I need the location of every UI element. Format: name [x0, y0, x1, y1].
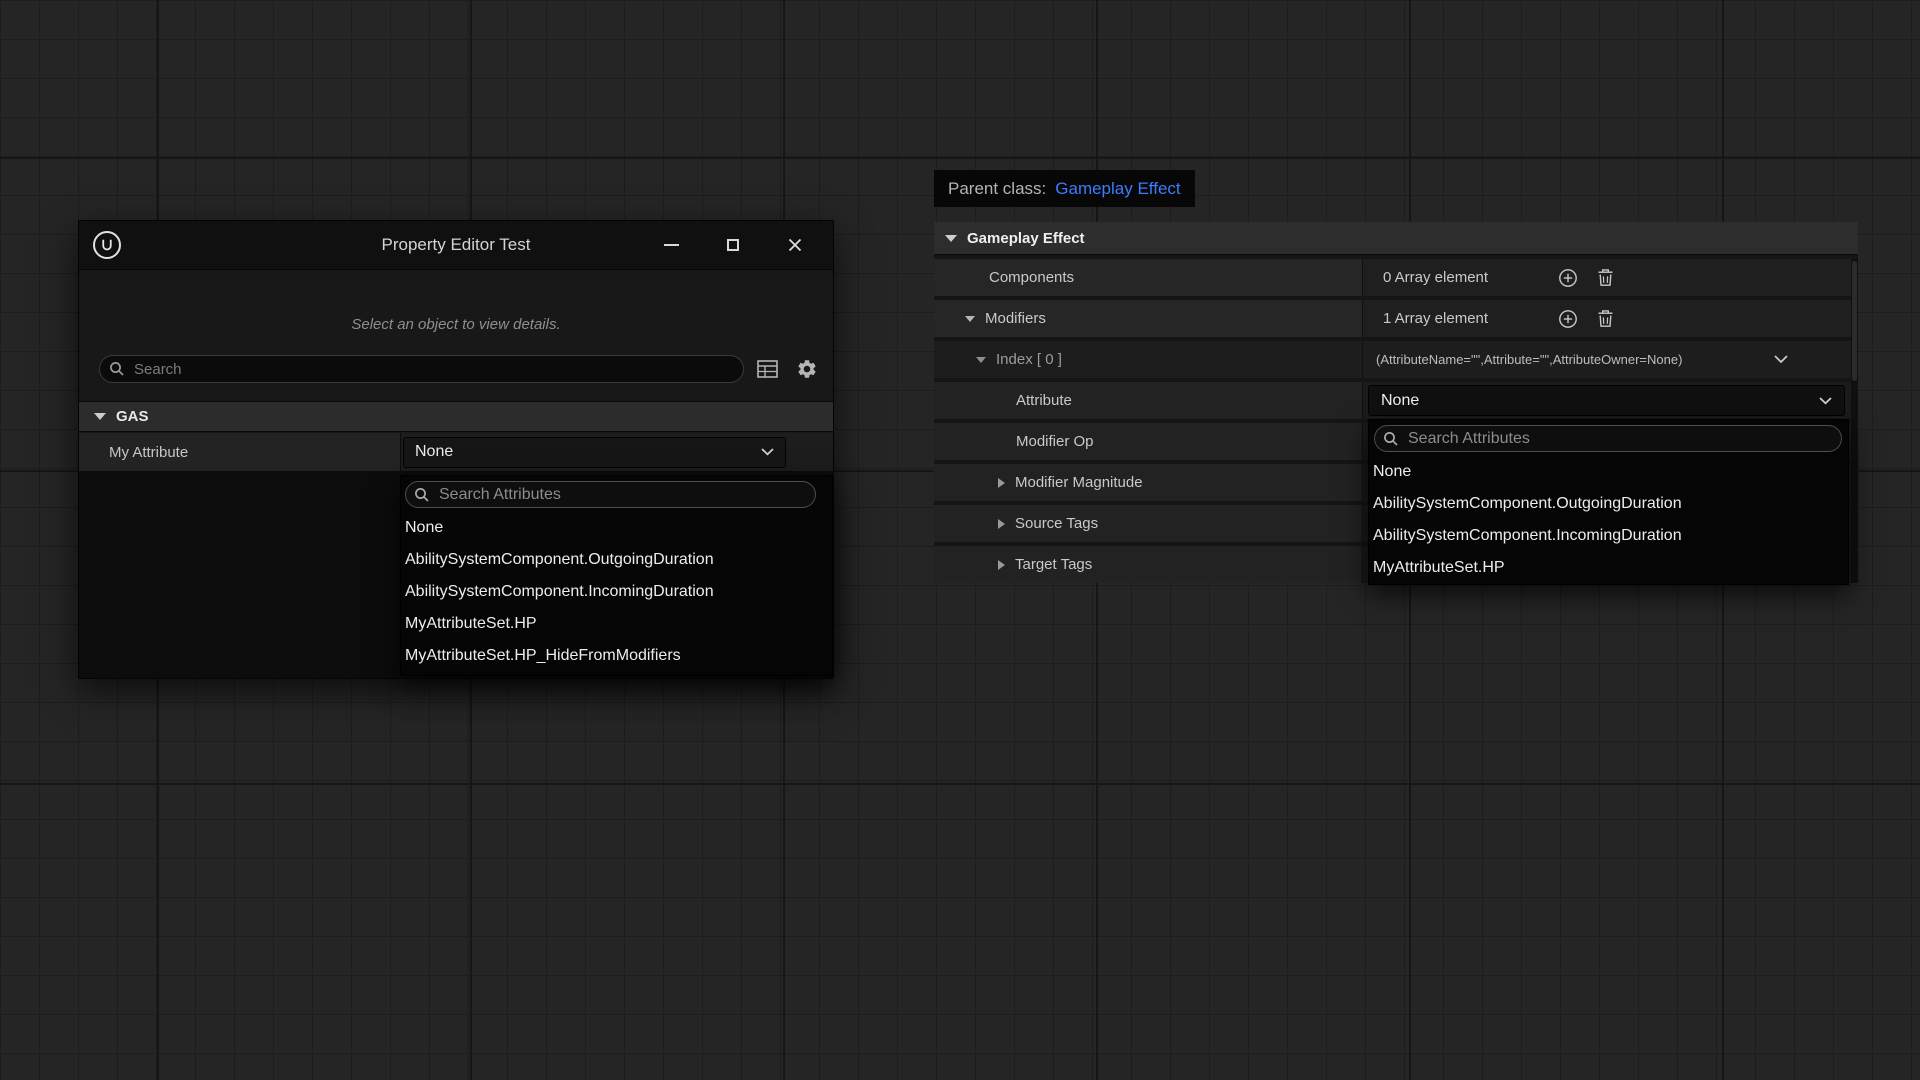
clear-array-trash-icon[interactable]	[1597, 268, 1614, 287]
maximize-button[interactable]	[717, 229, 749, 261]
search-icon	[1383, 431, 1399, 447]
collapse-arrow-icon	[94, 413, 106, 420]
close-button[interactable]	[779, 229, 811, 261]
category-header-gas[interactable]: GAS	[79, 401, 833, 432]
window-controls	[655, 229, 833, 261]
view-options-icon[interactable]	[757, 360, 778, 378]
expand-arrow-icon	[998, 560, 1005, 570]
dropdown-search-box[interactable]	[1374, 425, 1842, 452]
expand-arrow-icon	[998, 519, 1005, 529]
expand-arrow-icon	[976, 357, 986, 363]
combobox-value: None	[415, 443, 453, 461]
expand-arrow-icon	[965, 316, 975, 322]
index-0-value-cell[interactable]: (AttributeName="",Attribute="",Attribute…	[1363, 341, 1858, 378]
dropdown-search-input[interactable]	[1406, 429, 1841, 449]
parent-class-link[interactable]: Gameplay Effect	[1055, 179, 1180, 199]
combobox-value: None	[1381, 392, 1419, 410]
modifiers-name-cell[interactable]: Modifiers	[934, 300, 1363, 337]
add-element-icon[interactable]	[1558, 268, 1578, 288]
property-value-cell: None	[401, 433, 833, 471]
parent-class-tooltip: Parent class: Gameplay Effect	[934, 170, 1195, 207]
chevron-down-icon	[761, 448, 774, 456]
index-0-row: Index [ 0 ] (AttributeName="",Attribute=…	[934, 341, 1858, 378]
components-row: Components 0 Array element	[934, 259, 1858, 296]
components-name-cell[interactable]: Components	[934, 259, 1363, 296]
attribute-row: Attribute None	[934, 382, 1858, 419]
dropdown-item-hp[interactable]: MyAttributeSet.HP	[1369, 552, 1848, 584]
dropdown-item-outgoing-duration[interactable]: AbilitySystemComponent.OutgoingDuration	[1369, 488, 1848, 520]
dropdown-item-outgoing-duration[interactable]: AbilitySystemComponent.OutgoingDuration	[401, 544, 832, 576]
search-icon	[414, 487, 430, 503]
parent-class-label: Parent class:	[948, 179, 1046, 199]
chevron-down-icon	[1774, 355, 1788, 364]
category-label: Gameplay Effect	[967, 230, 1085, 247]
details-empty-area: Select an object to view details.	[79, 270, 833, 401]
dropdown-item-incoming-duration[interactable]: AbilitySystemComponent.IncomingDuration	[401, 576, 832, 608]
attribute-combobox[interactable]: None	[1368, 385, 1845, 416]
modifiers-value-cell: 1 Array element	[1363, 300, 1858, 337]
search-icon	[109, 361, 125, 377]
scrollbar-thumb[interactable]	[1852, 261, 1857, 381]
source-tags-name-cell[interactable]: Source Tags	[934, 505, 1363, 542]
dropdown-item-incoming-duration[interactable]: AbilitySystemComponent.IncomingDuration	[1369, 520, 1848, 552]
search-row	[99, 355, 818, 383]
expand-arrow-icon	[998, 478, 1005, 488]
minimize-icon	[664, 244, 679, 246]
collapse-arrow-icon	[945, 235, 957, 242]
array-count-text: 0 Array element	[1363, 269, 1488, 286]
attribute-value-cell: None	[1363, 382, 1858, 419]
struct-value-text: (AttributeName="",Attribute="",Attribute…	[1363, 352, 1682, 367]
dropdown-item-none[interactable]: None	[1369, 456, 1848, 488]
search-input[interactable]	[132, 360, 743, 379]
attribute-name-cell[interactable]: Attribute	[934, 382, 1363, 419]
unreal-logo-icon	[93, 231, 121, 259]
property-name-label: My Attribute	[109, 444, 188, 461]
details-scrollbar[interactable]	[1851, 259, 1858, 583]
dropdown-item-hp[interactable]: MyAttributeSet.HP	[401, 608, 832, 640]
maximize-icon	[727, 239, 739, 251]
add-element-icon[interactable]	[1558, 309, 1578, 329]
attribute-dropdown-menu: None AbilitySystemComponent.OutgoingDura…	[1368, 419, 1849, 585]
settings-gear-icon[interactable]	[796, 358, 818, 380]
dropdown-item-none[interactable]: None	[401, 512, 832, 544]
property-name-cell[interactable]: My Attribute	[79, 433, 401, 471]
modifier-op-name-cell[interactable]: Modifier Op	[934, 423, 1363, 460]
category-label: GAS	[116, 408, 149, 425]
array-count-text: 1 Array element	[1363, 310, 1488, 327]
dropdown-search-input[interactable]	[437, 485, 815, 505]
clear-array-trash-icon[interactable]	[1597, 309, 1614, 328]
my-attribute-row: My Attribute None	[79, 433, 833, 472]
attribute-dropdown-menu: None AbilitySystemComponent.OutgoingDura…	[400, 475, 833, 676]
category-header-gameplay-effect[interactable]: Gameplay Effect	[934, 222, 1858, 255]
chevron-down-icon	[1819, 397, 1832, 405]
index-0-name-cell[interactable]: Index [ 0 ]	[934, 341, 1363, 378]
empty-details-message: Select an object to view details.	[79, 316, 833, 333]
close-icon	[787, 237, 803, 253]
dropdown-item-hp-hidefrommodifiers[interactable]: MyAttributeSet.HP_HideFromModifiers	[401, 640, 832, 672]
window-titlebar[interactable]: Property Editor Test	[79, 221, 833, 270]
minimize-button[interactable]	[655, 229, 687, 261]
modifiers-row: Modifiers 1 Array element	[934, 300, 1858, 337]
components-value-cell: 0 Array element	[1363, 259, 1858, 296]
search-box[interactable]	[99, 355, 744, 383]
dropdown-search-box[interactable]	[405, 481, 816, 508]
modifier-magnitude-name-cell[interactable]: Modifier Magnitude	[934, 464, 1363, 501]
my-attribute-combobox[interactable]: None	[403, 437, 786, 468]
target-tags-name-cell[interactable]: Target Tags	[934, 546, 1363, 583]
